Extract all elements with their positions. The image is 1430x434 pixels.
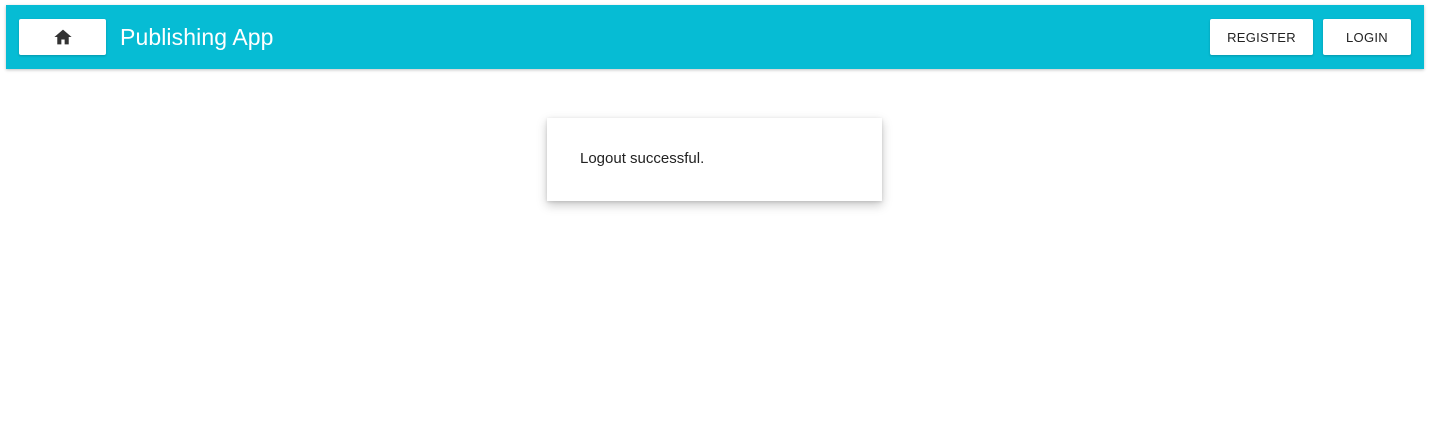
home-button[interactable] bbox=[19, 19, 106, 55]
app-bar: Publishing App REGISTER LOGIN bbox=[6, 5, 1424, 69]
home-icon bbox=[53, 28, 73, 46]
page: Publishing App REGISTER LOGIN Logout suc… bbox=[0, 0, 1430, 434]
logout-message: Logout successful. bbox=[580, 150, 705, 167]
register-button[interactable]: REGISTER bbox=[1210, 19, 1313, 55]
app-title: Publishing App bbox=[120, 24, 274, 50]
message-card: Logout successful. bbox=[547, 118, 882, 201]
login-button[interactable]: LOGIN bbox=[1323, 19, 1411, 55]
